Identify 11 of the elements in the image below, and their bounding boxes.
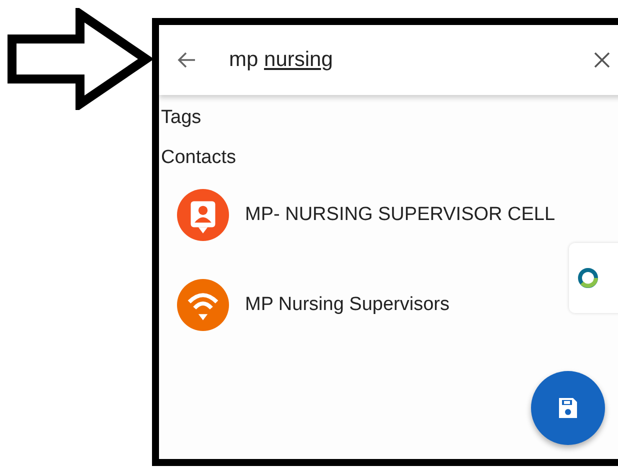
close-icon[interactable] (593, 51, 611, 69)
save-icon (558, 397, 578, 419)
contact-name[interactable]: MP- NURSING SUPERVISOR CELL (245, 204, 556, 226)
search-field[interactable]: mp nursing (229, 48, 561, 72)
section-heading: Tags (160, 106, 202, 129)
save-button[interactable] (531, 371, 605, 445)
contact-name[interactable]: MP Nursing Supervisors (245, 294, 450, 316)
ring-icon (577, 267, 599, 289)
floating-widget[interactable] (569, 243, 618, 313)
section-heading: Contacts (160, 146, 237, 169)
back-icon[interactable] (177, 50, 197, 70)
